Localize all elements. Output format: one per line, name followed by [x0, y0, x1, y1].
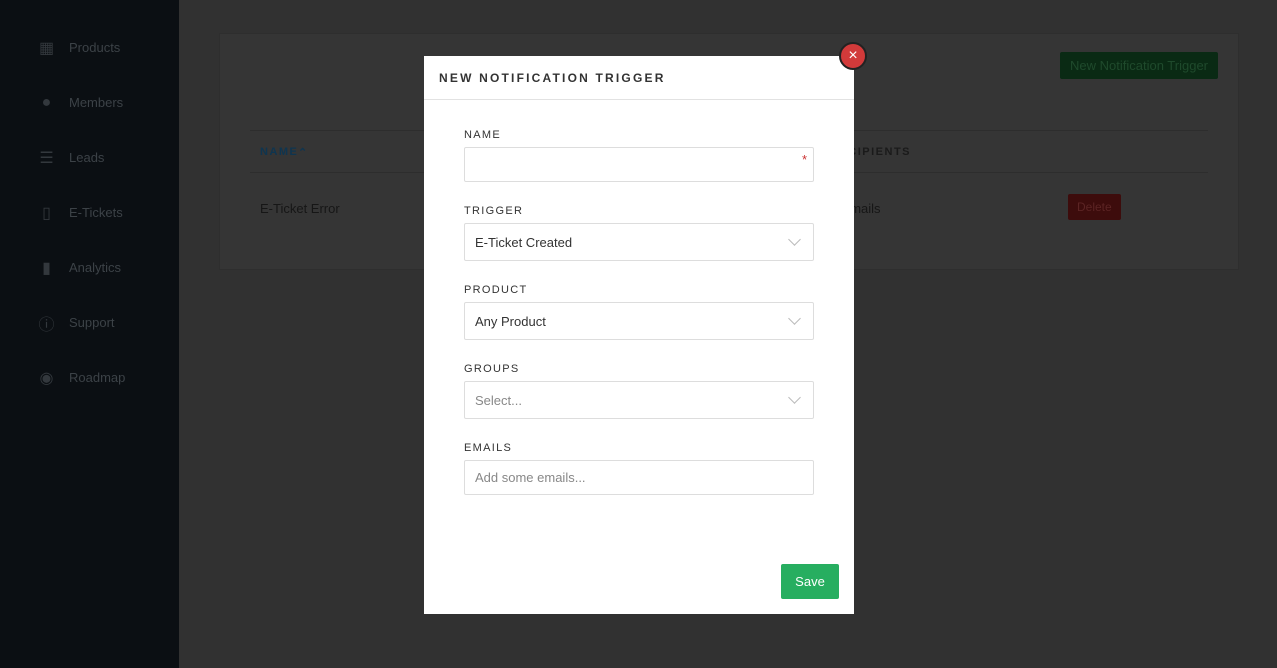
new-notification-trigger-button[interactable]: New Notification Trigger [1060, 52, 1218, 79]
product-value: Any Product [475, 313, 546, 329]
nav-label: Products [69, 40, 121, 55]
new-trigger-modal: NEW NOTIFICATION TRIGGER NAME * TRIGGER … [424, 56, 854, 614]
sidebar-item-roadmap[interactable]: ◉ Roadmap [36, 367, 126, 388]
document-icon: ▯ [42, 204, 51, 222]
name-field: NAME * [464, 129, 814, 182]
column-name[interactable]: NAME [260, 146, 298, 158]
save-button[interactable]: Save [781, 564, 839, 599]
sort-asc-icon[interactable]: ⌃ [298, 146, 309, 159]
groups-field: GROUPS Select... [464, 363, 814, 419]
emails-label: EMAILS [464, 442, 513, 454]
sidebar-item-products[interactable]: ▦ Products [36, 37, 120, 58]
trigger-field: TRIGGER E-Ticket Created [464, 205, 814, 261]
trigger-label: TRIGGER [464, 205, 524, 217]
close-icon[interactable]: × [839, 42, 867, 70]
groups-select[interactable]: Select... [464, 381, 814, 419]
sidebar-item-support[interactable]: ⓘ Support [36, 312, 115, 334]
delete-button[interactable]: Delete [1068, 194, 1121, 220]
groups-placeholder: Select... [475, 392, 522, 408]
sidebar-item-analytics[interactable]: ▮ Analytics [36, 257, 121, 278]
compass-icon: ◉ [39, 369, 54, 387]
nav-label: Roadmap [69, 370, 126, 385]
groups-label: GROUPS [464, 363, 520, 375]
product-field: PRODUCT Any Product [464, 284, 814, 340]
product-label: PRODUCT [464, 284, 528, 296]
nav-label: Members [69, 95, 124, 110]
nav-label: E-Tickets [69, 205, 123, 220]
chevron-down-icon [788, 233, 801, 246]
name-input[interactable]: * [464, 147, 814, 182]
emails-input[interactable]: Add some emails... [464, 460, 814, 495]
list-icon: ☰ [39, 149, 54, 167]
chevron-down-icon [788, 391, 801, 404]
person-icon: ● [41, 93, 52, 111]
emails-placeholder: Add some emails... [475, 470, 586, 485]
product-select[interactable]: Any Product [464, 302, 814, 340]
bar-chart-icon: ▮ [42, 259, 51, 277]
modal-title: NEW NOTIFICATION TRIGGER [424, 56, 854, 100]
name-label: NAME [464, 129, 501, 141]
sidebar: ▦ Products ● Members ☰ Leads ▯ E-Tickets ▮ An… [0, 0, 179, 668]
sidebar-item-etickets[interactable]: ▯ E-Tickets [36, 202, 123, 223]
chevron-down-icon [788, 312, 801, 325]
grid-icon: ▦ [38, 39, 55, 57]
sidebar-item-leads[interactable]: ☰ Leads [36, 147, 104, 168]
nav-label: Analytics [69, 260, 122, 275]
info-icon: ⓘ [38, 316, 55, 334]
nav-label: Leads [69, 150, 105, 165]
required-mark: * [801, 152, 807, 167]
nav-label: Support [69, 315, 115, 330]
row-name: E-Ticket Error [260, 201, 340, 216]
sidebar-item-members[interactable]: ● Members [36, 92, 124, 113]
trigger-select[interactable]: E-Ticket Created [464, 223, 814, 261]
emails-field: EMAILS Add some emails... [464, 442, 814, 495]
trigger-value: E-Ticket Created [475, 234, 573, 250]
